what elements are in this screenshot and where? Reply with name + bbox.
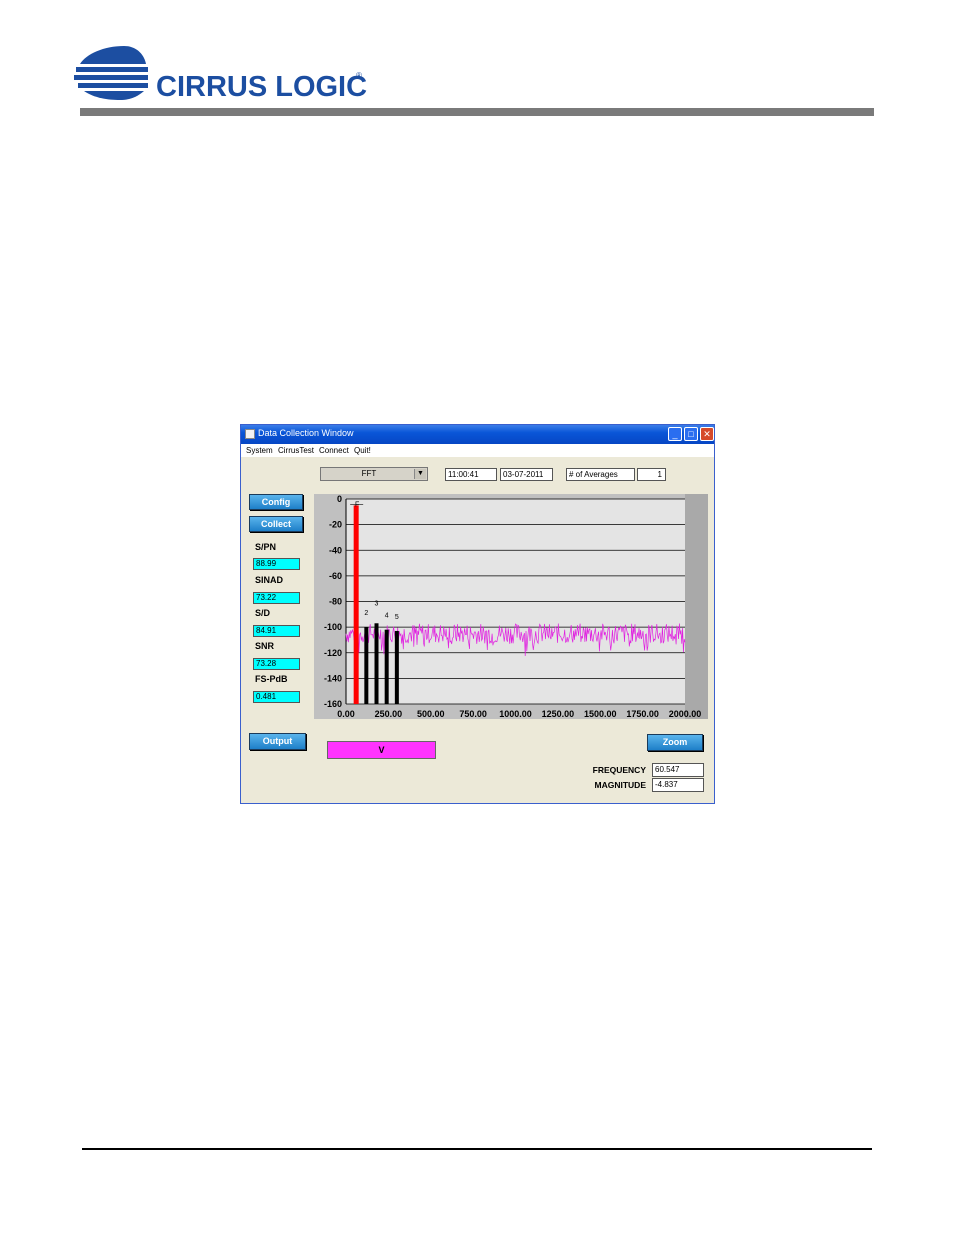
analysis-select[interactable]: FFT ▼ [320, 467, 428, 481]
harmonic-bar [374, 623, 379, 704]
harmonic-label: 5 [395, 614, 399, 621]
averages-label: # of Averages [566, 468, 635, 481]
x-tick-label: 250.00 [375, 709, 403, 719]
measurement-value: 88.99 [253, 558, 300, 570]
menu-quit[interactable]: Quit! [354, 446, 371, 455]
maximize-icon[interactable]: □ [684, 427, 698, 441]
harmonic-bar [364, 627, 369, 704]
x-tick-label: 500.00 [417, 709, 445, 719]
measurement-value: 73.22 [253, 592, 300, 604]
collect-button[interactable]: Collect [249, 516, 303, 532]
x-tick-label: 1000.00 [499, 709, 532, 719]
y-tick-label: -40 [329, 545, 342, 555]
y-tick-label: -60 [329, 571, 342, 581]
window-title: Data Collection Window [258, 428, 354, 438]
cirrus-logic-logo: CIRRUS LOGIC ® [74, 46, 367, 102]
data-collection-window: Data Collection Window _ □ ✕ System Cirr… [240, 424, 715, 804]
y-tick-label: -20 [329, 520, 342, 530]
harmonic-label: 4 [385, 613, 389, 620]
config-button[interactable]: Config [249, 494, 303, 510]
zoom-button[interactable]: Zoom [647, 734, 703, 751]
magnitude-field: -4.837 [652, 778, 704, 792]
menu-system[interactable]: System [246, 446, 273, 455]
frequency-label: FREQUENCY [592, 765, 646, 775]
output-button[interactable]: Output [249, 733, 306, 750]
averages-field[interactable]: 1 [637, 468, 666, 481]
title-bar[interactable]: Data Collection Window _ □ ✕ [241, 425, 714, 444]
minimize-icon[interactable]: _ [668, 427, 682, 441]
measurement-label: SINAD [255, 575, 284, 585]
footer-rule [82, 1148, 872, 1150]
magnitude-label: MAGNITUDE [594, 780, 646, 790]
y-tick-label: 0 [337, 494, 342, 504]
close-icon[interactable]: ✕ [700, 427, 714, 441]
fft-chart-svg: 0 -20 -40 -60 -80 -100 -120 -140 -1600.00 250.00 5… [324, 494, 708, 719]
header-rule [80, 108, 874, 116]
y-tick-label: -120 [324, 648, 342, 658]
analysis-select-value: FFT [361, 469, 377, 478]
svg-text:CIRRUS LOGIC: CIRRUS LOGIC [156, 71, 367, 102]
measurement-label: S/D [255, 608, 271, 618]
measurement-value: 0.481 [253, 691, 300, 703]
y-tick-label: -80 [329, 597, 342, 607]
date-field: 03-07-2011 [500, 468, 553, 481]
x-tick-label: 1750.00 [626, 709, 659, 719]
chevron-down-icon[interactable]: ▼ [414, 469, 426, 479]
menu-bar: System CirrusTest Connect Quit! [241, 444, 714, 457]
app-icon [245, 429, 255, 439]
frequency-field: 60.547 [652, 763, 704, 777]
measurement-label: FS-PdB [255, 674, 288, 684]
harmonic-bar [384, 629, 389, 704]
measurement-label: SNR [255, 641, 275, 651]
y-tick-label: -160 [324, 699, 342, 709]
x-tick-label: 1250.00 [542, 709, 575, 719]
time-field: 11:00:41 [445, 468, 497, 481]
fundamental-label: F [355, 501, 359, 508]
menu-connect[interactable]: Connect [319, 446, 349, 455]
plot-edge [685, 494, 708, 719]
x-tick-label: 0.00 [337, 709, 355, 719]
x-tick-label: 2000.00 [669, 709, 702, 719]
measurement-label: S/PN [255, 542, 277, 552]
svg-text:®: ® [356, 71, 362, 80]
fft-chart[interactable]: 0 -20 -40 -60 -80 -100 -120 -140 -160 0.00 250.00 5… [314, 494, 708, 719]
y-tick-label: -140 [324, 673, 342, 683]
harmonic-label: 2 [364, 610, 368, 617]
measurement-value: 84.91 [253, 625, 300, 637]
channel-v-button[interactable]: V [327, 741, 436, 759]
measurement-value: 73.28 [253, 658, 300, 670]
fundamental-bar [353, 505, 359, 704]
x-tick-label: 750.00 [459, 709, 487, 719]
harmonic-label: 3 [375, 600, 379, 607]
x-tick-label: 1500.00 [584, 709, 617, 719]
menu-cirrustest[interactable]: CirrusTest [278, 446, 314, 455]
harmonic-bar [394, 630, 399, 704]
y-tick-label: -100 [324, 622, 342, 632]
